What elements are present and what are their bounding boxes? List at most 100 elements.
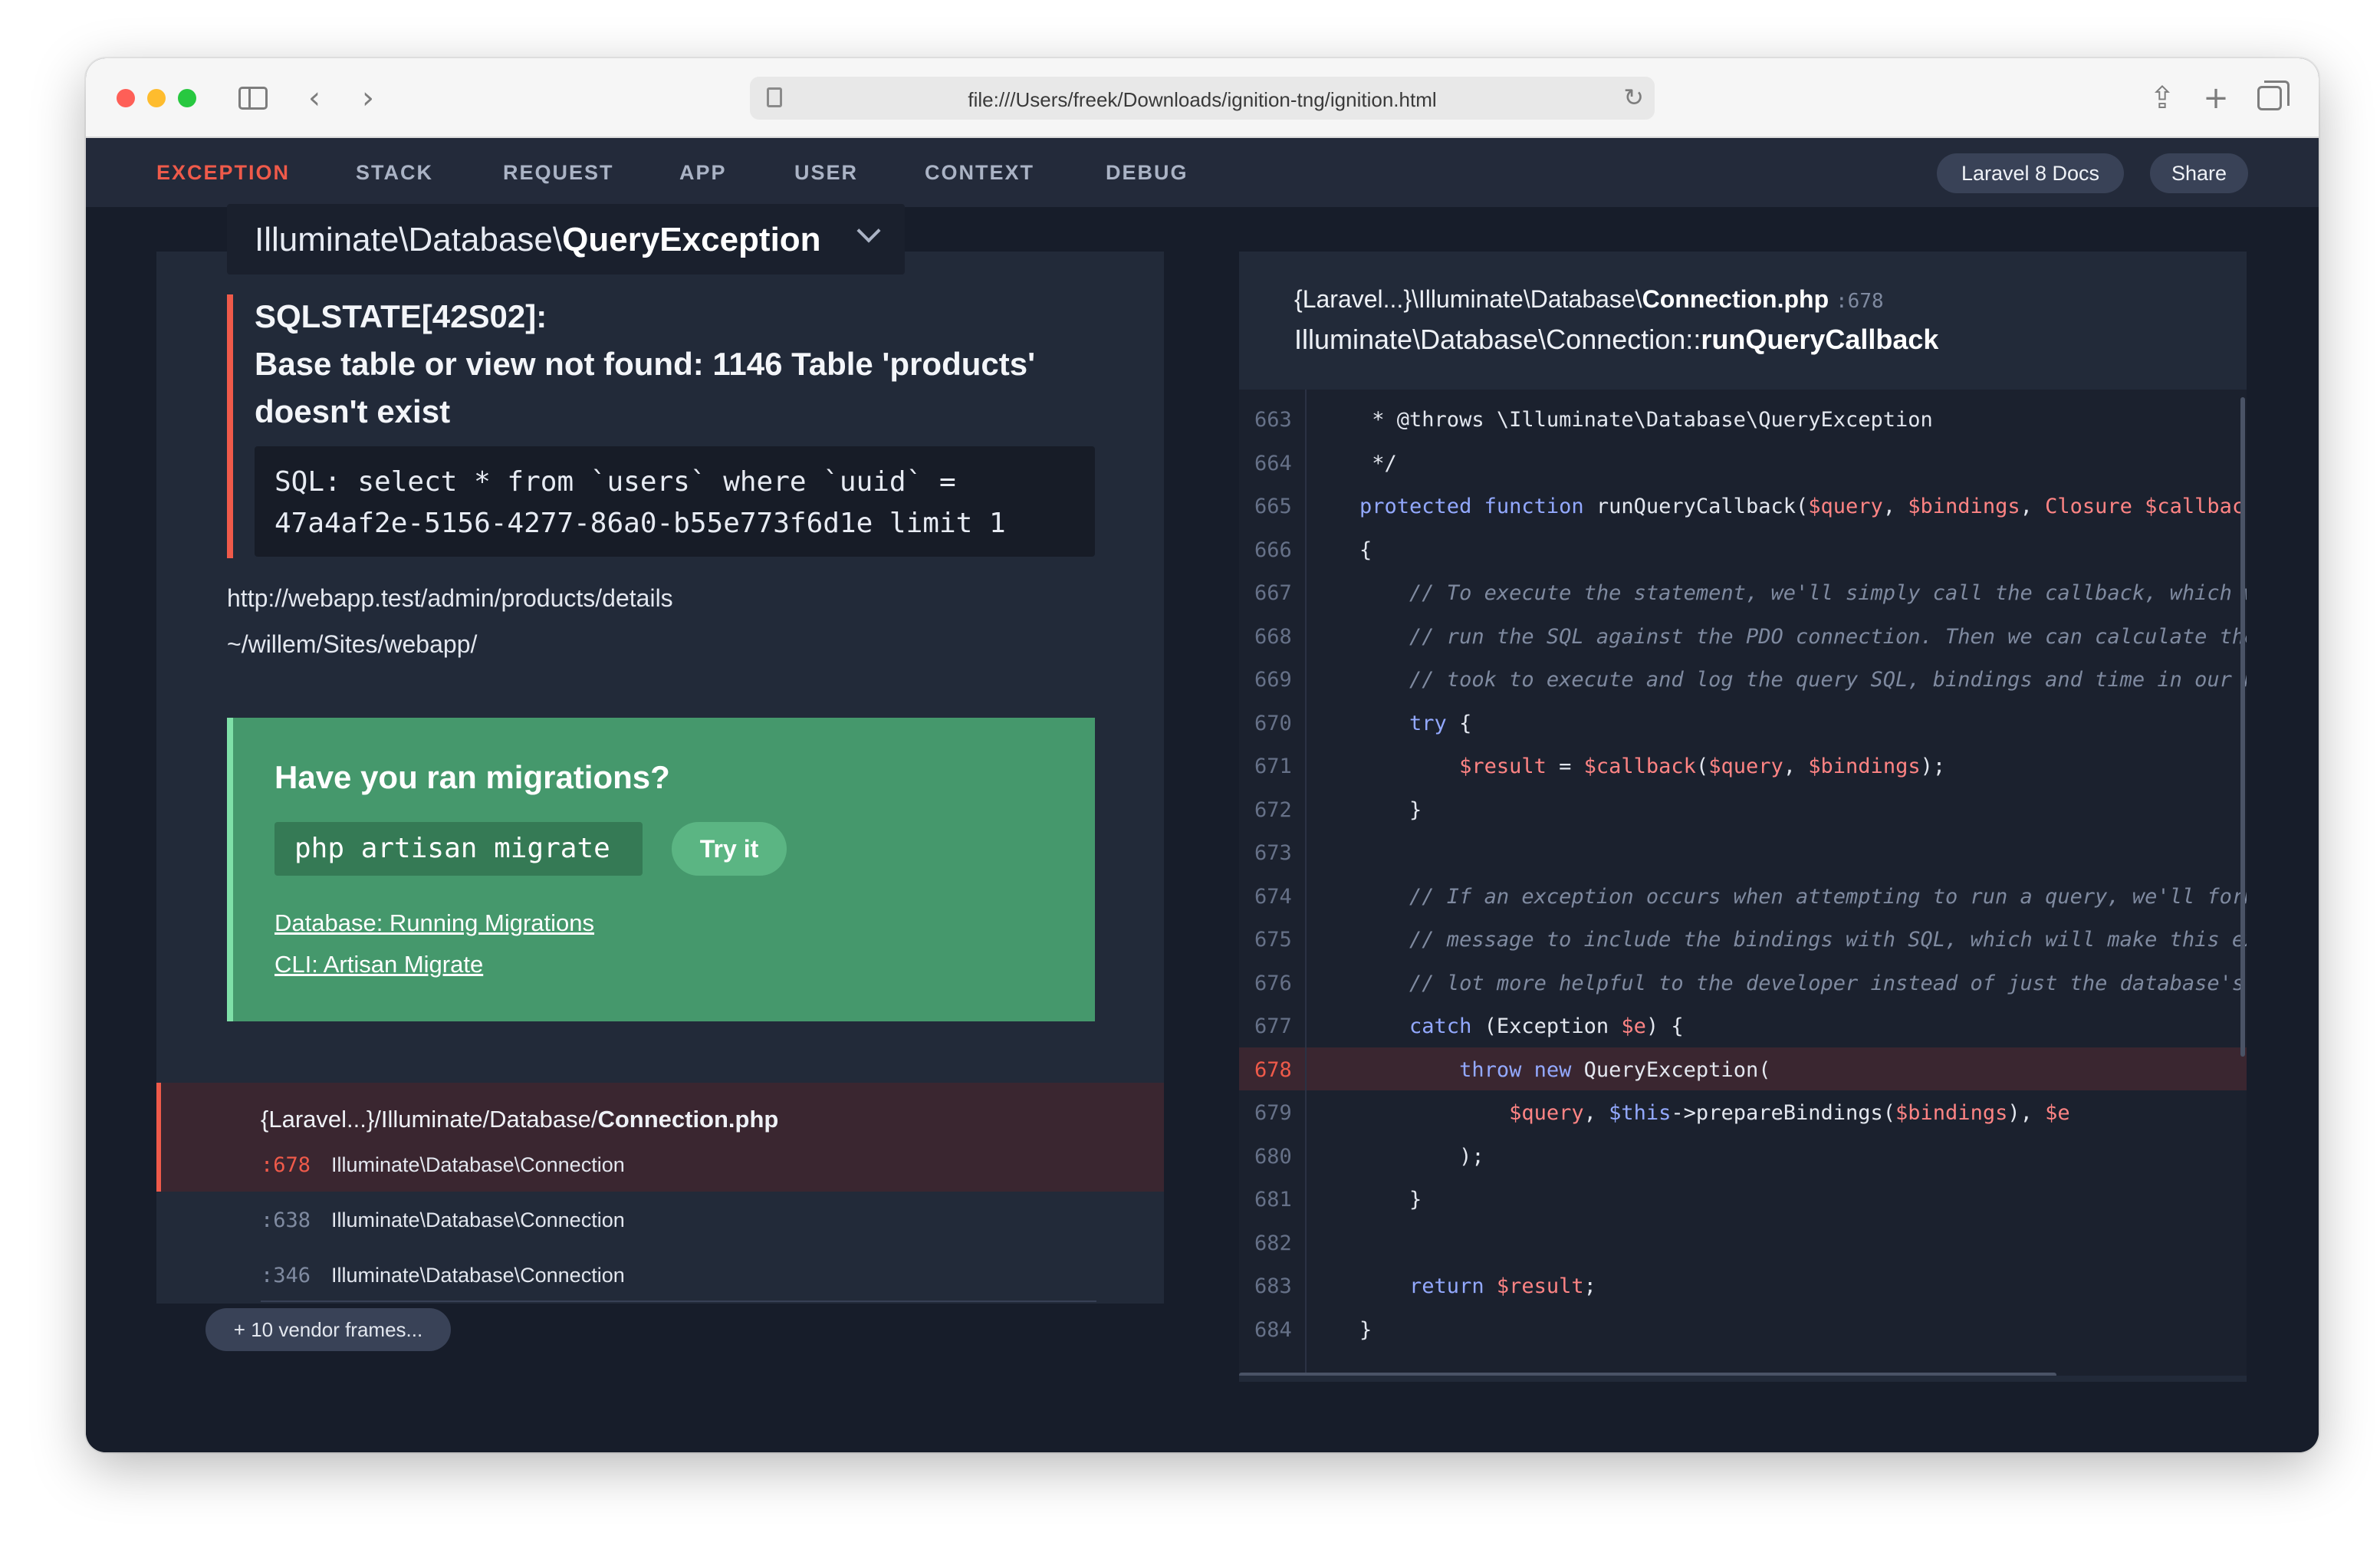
stack-frames: {Laravel...}/Illuminate/Database/Connect… [156,1083,1164,1304]
exception-message-line1: SQLSTATE[42S02]: [255,298,547,334]
frame-accent-bar [156,1083,161,1192]
tab-app[interactable]: APP [679,161,727,185]
code-text: { [1310,538,1372,562]
sidebar-toggle-icon[interactable] [232,77,274,120]
tab-debug[interactable]: DEBUG [1106,161,1188,185]
code-text: ); [1310,1144,1484,1169]
solution-panel: Have you ran migrations? php artisan mig… [227,718,1095,1021]
code-line: 672 } [1239,788,2247,830]
exception-message: SQLSTATE[42S02]: Base table or view not … [255,293,1106,436]
frame-line-number: :638 [261,1208,311,1232]
frame-class: Illuminate\Database\Connection [331,1264,625,1287]
close-window-button[interactable] [117,89,135,107]
code-text: // If an exception occurs when attemptin… [1409,884,2247,909]
code-text: */ [1310,451,1397,475]
code-line: 679 $query, $this->prepareBindings($bind… [1239,1090,2247,1133]
address-bar[interactable]: file:///Users/freek/Downloads/ignition-t… [750,77,1655,120]
vertical-scrollbar[interactable] [2240,397,2245,1057]
chevron-down-icon[interactable] [856,219,881,243]
code-line: 667 // To execute the statement, we'll s… [1239,570,2247,613]
zoom-window-button[interactable] [178,89,196,107]
ignition-nav: EXCEPTION STACK REQUEST APP USER CONTEXT… [86,138,2319,207]
docs-button[interactable]: Laravel 8 Docs [1937,153,2124,193]
vendor-frames-button[interactable]: + 10 vendor frames... [205,1308,451,1351]
code-line: 680 ); [1239,1134,2247,1177]
code-text: // took to execute and log the query SQL… [1310,668,2247,692]
divider [261,1300,1096,1302]
tab-request[interactable]: REQUEST [503,161,614,185]
app-path: ~/willem/Sites/webapp/ [227,630,478,658]
frame-line-number: :678 [261,1153,311,1177]
code-line: 668 // run the SQL against the PDO conne… [1239,614,2247,657]
solution-command: php artisan migrate [294,833,610,864]
exception-class-selector[interactable]: Illuminate\Database\QueryException [227,204,905,275]
code-line: 666 { [1239,528,2247,570]
address-text[interactable]: file:///Users/freek/Downloads/ignition-t… [750,88,1655,112]
stack-frame[interactable]: :638 Illuminate\Database\Connection [156,1192,1164,1245]
new-tab-icon[interactable]: + [2194,77,2237,120]
code-line: 673 [1239,830,2247,873]
frame-class: Illuminate\Database\Connection [331,1208,625,1231]
code-text: } [1310,1188,1422,1212]
message-accent-bar [227,294,233,558]
code-line: 678 throw new QueryException( [1239,1047,2247,1090]
code-text: try { [1310,711,1472,735]
minimize-window-button[interactable] [147,89,166,107]
code-line: 684 } [1239,1307,2247,1350]
code-line: 669 // took to execute and log the query… [1239,657,2247,700]
code-line: 681 } [1239,1177,2247,1220]
main-content: Illuminate\Database\QueryException SQLST… [86,204,2319,1452]
request-url[interactable]: http://webapp.test/admin/products/detail… [227,584,673,613]
code-line: 671 $result = $callback($query, $binding… [1239,744,2247,787]
share-icon[interactable]: ⇪ [2141,77,2184,120]
tab-user[interactable]: USER [794,161,858,185]
back-icon[interactable]: ‹ [293,77,336,120]
try-it-button[interactable]: Try it [672,822,787,876]
tab-stack[interactable]: STACK [356,161,433,185]
code-panel: {Laravel...}\Illuminate\Database\Connect… [1239,252,2247,1382]
browser-window: ‹ › file:///Users/freek/Downloads/igniti… [86,58,2319,1452]
code-text: // lot more helpful to the developer ins… [1310,971,2247,995]
frame-file: {Laravel...}/Illuminate/Database/Connect… [261,1106,779,1133]
horizontal-scrollbar[interactable] [1239,1373,2056,1376]
code-text: // run the SQL against the PDO connectio… [1310,624,2247,649]
code-text: throw new QueryException( [1310,1057,1771,1082]
link-artisan-migrate[interactable]: CLI: Artisan Migrate [274,951,483,978]
code-line: 683 return $result; [1239,1264,2247,1307]
code-text: $result = $callback($query, $bindings); [1310,755,1946,778]
code-text: * @throws \Illuminate\Database\QueryExce… [1310,408,1933,432]
forward-icon[interactable]: › [347,77,390,120]
code-line: 682 [1239,1221,2247,1264]
code-line: 665 protected function runQueryCallback(… [1239,484,2247,527]
browser-toolbar: ‹ › file:///Users/freek/Downloads/igniti… [86,58,2319,138]
solution-command-box: php artisan migrate [274,822,643,876]
code-file-path[interactable]: {Laravel...}\Illuminate\Database\Connect… [1294,285,1884,314]
code-line: 663 * @throws \Illuminate\Database\Query… [1239,397,2247,440]
code-text: // message to include the bindings with … [1409,928,2247,952]
tab-exception[interactable]: EXCEPTION [156,161,290,185]
code-text: } [1310,1317,1372,1342]
reload-icon[interactable]: ↻ [1623,83,1644,112]
exception-message-line2: Base table or view not found: 1146 Table… [255,346,1036,429]
code-line: 674 // If an exception occurs when attem… [1239,874,2247,917]
code-text: protected function runQueryCallback($que… [1310,495,2247,518]
code-line: 675 // message to include the bindings w… [1239,917,2247,960]
code-text: catch (Exception $e) { [1310,1014,1684,1038]
stack-frame[interactable]: :346 Illuminate\Database\Connection [156,1245,1164,1300]
code-line: 664 */ [1239,441,2247,484]
tab-overview-icon[interactable] [2248,77,2291,120]
tab-context[interactable]: CONTEXT [925,161,1034,185]
frame-line-number: :346 [261,1264,311,1287]
share-button[interactable]: Share [2150,153,2248,193]
code-line: 677 catch (Exception $e) { [1239,1004,2247,1047]
code-viewer[interactable]: 663 * @throws \Illuminate\Database\Query… [1239,390,2247,1376]
solution-title: Have you ran migrations? [274,759,670,795]
frame-class: Illuminate\Database\Connection [331,1153,625,1176]
code-text: $query, $this->prepareBindings($bindings… [1310,1101,2070,1125]
sql-box: SQL: select * from `users` where `uuid` … [255,446,1095,557]
code-text: return $result; [1310,1274,1596,1298]
code-text: // To execute the statement, we'll simpl… [1310,581,2247,605]
code-method: Illuminate\Database\Connection::runQuery… [1294,324,1939,355]
link-running-migrations[interactable]: Database: Running Migrations [274,909,594,937]
code-line: 670 try { [1239,701,2247,744]
